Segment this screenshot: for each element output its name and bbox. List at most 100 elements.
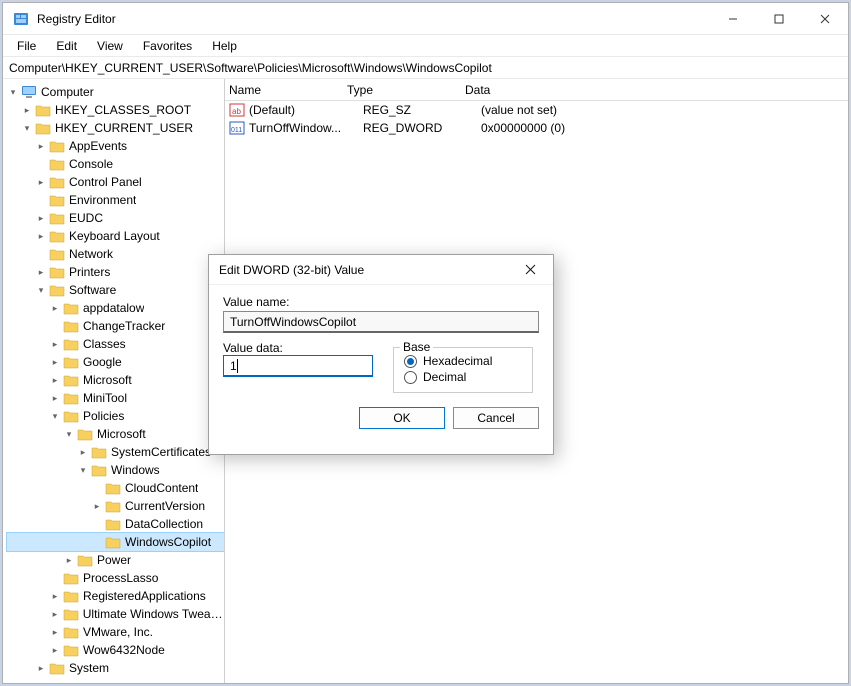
chevron-right-icon[interactable]: ▸: [49, 299, 61, 317]
col-data[interactable]: Data: [465, 83, 848, 97]
tree-item[interactable]: VMware, Inc.: [83, 623, 153, 641]
tree-item[interactable]: Power: [97, 551, 131, 569]
tree-item[interactable]: Console: [69, 155, 113, 173]
chevron-down-icon[interactable]: ▾: [21, 119, 33, 137]
folder-icon: [49, 193, 65, 207]
tree-item[interactable]: Software: [69, 281, 116, 299]
radio-hexadecimal[interactable]: Hexadecimal: [404, 354, 522, 368]
tree-item[interactable]: ChangeTracker: [83, 317, 165, 335]
menu-help[interactable]: Help: [204, 37, 245, 55]
tree-item[interactable]: SystemCertificates: [111, 443, 211, 461]
tree-item[interactable]: System: [69, 659, 109, 677]
tree-item[interactable]: Keyboard Layout: [69, 227, 160, 245]
chevron-right-icon[interactable]: ▸: [49, 371, 61, 389]
list-row[interactable]: 011 TurnOffWindow... REG_DWORD 0x0000000…: [225, 119, 848, 137]
cancel-button[interactable]: Cancel: [453, 407, 539, 429]
radio-decimal[interactable]: Decimal: [404, 370, 522, 384]
tree-item[interactable]: CurrentVersion: [125, 497, 205, 515]
minimize-button[interactable]: [710, 3, 756, 35]
computer-icon: [21, 85, 37, 99]
chevron-down-icon[interactable]: ▾: [77, 461, 89, 479]
tree-item[interactable]: Network: [69, 245, 113, 263]
chevron-right-icon[interactable]: ▸: [49, 605, 61, 623]
value-type: REG_SZ: [363, 103, 481, 117]
tree-item[interactable]: RegisteredApplications: [83, 587, 206, 605]
tree-item[interactable]: Microsoft: [83, 371, 132, 389]
tree-root[interactable]: Computer: [41, 83, 94, 101]
chevron-right-icon[interactable]: ▸: [77, 443, 89, 461]
chevron-right-icon[interactable]: ▸: [49, 353, 61, 371]
chevron-right-icon[interactable]: ▸: [49, 587, 61, 605]
folder-icon: [35, 121, 51, 135]
titlebar[interactable]: Registry Editor: [3, 3, 848, 35]
chevron-right-icon[interactable]: ▸: [49, 389, 61, 407]
chevron-right-icon[interactable]: ▸: [35, 209, 47, 227]
menu-view[interactable]: View: [89, 37, 131, 55]
value-name: (Default): [249, 103, 363, 117]
chevron-down-icon[interactable]: ▾: [7, 83, 19, 101]
chevron-down-icon[interactable]: ▾: [49, 407, 61, 425]
ok-button[interactable]: OK: [359, 407, 445, 429]
dialog-titlebar[interactable]: Edit DWORD (32-bit) Value: [209, 255, 553, 285]
folder-icon: [105, 499, 121, 513]
chevron-right-icon[interactable]: ▸: [35, 137, 47, 155]
folder-icon: [49, 283, 65, 297]
tree-item[interactable]: Environment: [69, 191, 136, 209]
tree-item[interactable]: Printers: [69, 263, 110, 281]
folder-icon: [63, 571, 79, 585]
tree-item[interactable]: Microsoft: [97, 425, 146, 443]
tree-item[interactable]: CloudContent: [125, 479, 198, 497]
menu-file[interactable]: File: [9, 37, 44, 55]
tree-item[interactable]: AppEvents: [69, 137, 127, 155]
tree-item[interactable]: Windows: [111, 461, 160, 479]
col-name[interactable]: Name: [229, 83, 347, 97]
tree-item[interactable]: Policies: [83, 407, 124, 425]
address-bar[interactable]: Computer\HKEY_CURRENT_USER\Software\Poli…: [3, 57, 848, 79]
list-row[interactable]: ab (Default) REG_SZ (value not set): [225, 101, 848, 119]
chevron-right-icon[interactable]: ▸: [91, 497, 103, 515]
chevron-right-icon[interactable]: ▸: [63, 551, 75, 569]
chevron-right-icon[interactable]: ▸: [49, 335, 61, 353]
folder-icon: [63, 337, 79, 351]
tree-item[interactable]: Control Panel: [69, 173, 142, 191]
maximize-button[interactable]: [756, 3, 802, 35]
chevron-right-icon[interactable]: ▸: [49, 623, 61, 641]
tree-hkcu[interactable]: HKEY_CURRENT_USER: [55, 119, 193, 137]
chevron-right-icon[interactable]: ▸: [35, 263, 47, 281]
chevron-right-icon[interactable]: ▸: [35, 173, 47, 191]
chevron-right-icon[interactable]: ▸: [35, 659, 47, 677]
tree-item[interactable]: Ultimate Windows Tweaker: [83, 605, 224, 623]
folder-icon: [49, 175, 65, 189]
tree-hkcr[interactable]: HKEY_CLASSES_ROOT: [55, 101, 191, 119]
close-button[interactable]: [802, 3, 848, 35]
menubar: File Edit View Favorites Help: [3, 35, 848, 57]
chevron-right-icon[interactable]: ▸: [35, 227, 47, 245]
value-data-field[interactable]: 1: [223, 355, 373, 377]
tree-item-selected[interactable]: WindowsCopilot: [125, 533, 211, 551]
folder-icon: [49, 265, 65, 279]
value-name-field[interactable]: TurnOffWindowsCopilot: [223, 311, 539, 333]
chevron-right-icon[interactable]: ▸: [49, 641, 61, 659]
tree-item[interactable]: ProcessLasso: [83, 569, 158, 587]
menu-edit[interactable]: Edit: [48, 37, 85, 55]
chevron-right-icon[interactable]: ▸: [21, 101, 33, 119]
dialog-close-button[interactable]: [517, 257, 543, 283]
dialog-title: Edit DWORD (32-bit) Value: [219, 263, 517, 277]
tree-item[interactable]: Classes: [83, 335, 126, 353]
tree-item[interactable]: DataCollection: [125, 515, 203, 533]
col-type[interactable]: Type: [347, 83, 465, 97]
tree-item[interactable]: Wow6432Node: [83, 641, 165, 659]
tree-item[interactable]: EUDC: [69, 209, 103, 227]
chevron-down-icon[interactable]: ▾: [35, 281, 47, 299]
list-header: Name Type Data: [225, 79, 848, 101]
regedit-app-icon: [13, 11, 29, 27]
svg-text:ab: ab: [232, 107, 241, 116]
tree-item[interactable]: MiniTool: [83, 389, 127, 407]
chevron-down-icon[interactable]: ▾: [63, 425, 75, 443]
tree-view[interactable]: ▾ Computer ▸ HKEY_CLASSES_ROOT ▾ HKEY_CURRE…: [3, 79, 225, 683]
folder-icon: [63, 643, 79, 657]
value-data-label: Value data:: [223, 341, 283, 355]
menu-favorites[interactable]: Favorites: [135, 37, 200, 55]
tree-item[interactable]: appdatalow: [83, 299, 144, 317]
tree-item[interactable]: Google: [83, 353, 122, 371]
